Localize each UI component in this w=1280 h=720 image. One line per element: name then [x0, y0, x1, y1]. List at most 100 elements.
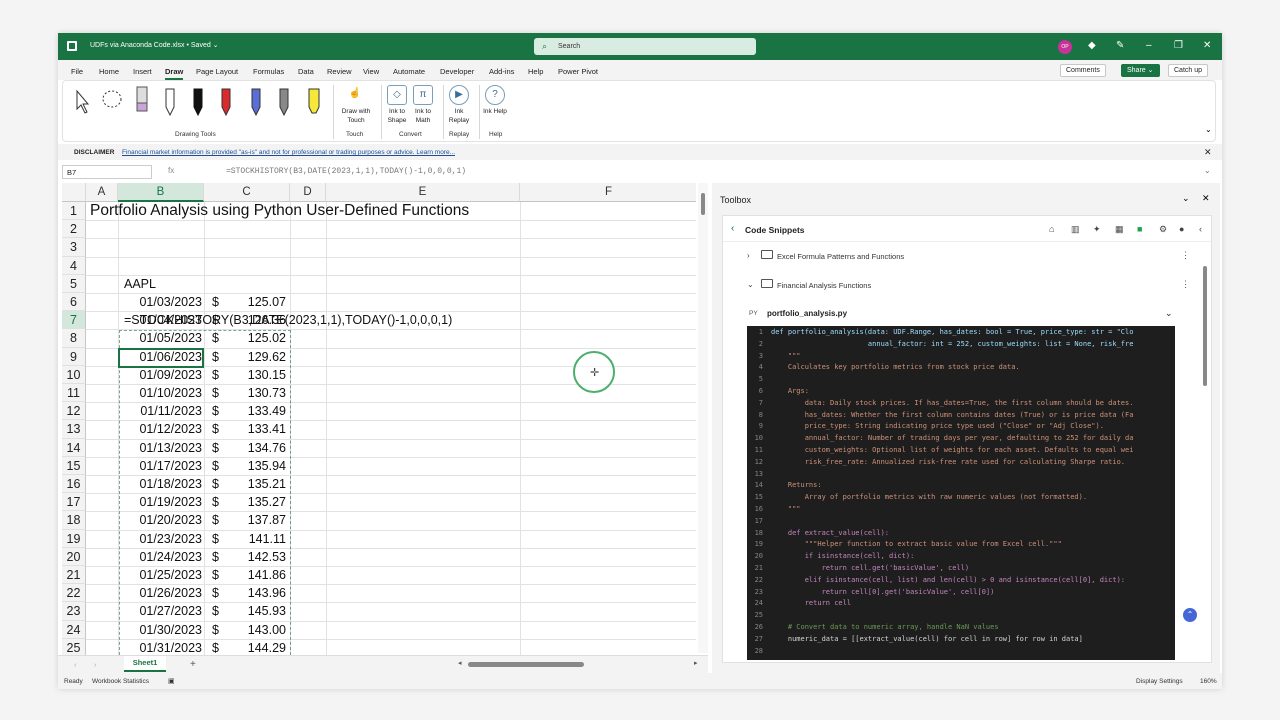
home-icon[interactable]: ⌂ — [1049, 224, 1054, 234]
name-box[interactable]: B7 — [62, 165, 152, 179]
price-cell[interactable]: 126.36 — [214, 311, 286, 329]
chevron-down-icon[interactable]: ⌄ — [1165, 308, 1173, 319]
search-box[interactable]: ⌕ Search — [534, 38, 756, 55]
anaconda-icon[interactable]: ■ — [1137, 224, 1142, 234]
minimize-icon[interactable]: – — [1146, 40, 1152, 51]
close-icon[interactable]: ✕ — [1203, 40, 1211, 51]
avatar[interactable]: OP — [1058, 40, 1072, 54]
row-header[interactable]: 9 — [62, 347, 86, 366]
vertical-scrollbar[interactable] — [698, 183, 708, 653]
row-header[interactable]: 2 — [62, 220, 86, 239]
ink-to-shape-icon[interactable]: ◇ — [387, 85, 407, 105]
collapse-icon[interactable]: ‹ — [1199, 224, 1202, 234]
fx-icon[interactable]: fx — [168, 166, 174, 175]
draw-with-touch-button[interactable]: Draw with Touch — [337, 107, 375, 125]
ink-to-math-icon[interactable]: π — [413, 85, 433, 105]
ink-help-icon[interactable]: ? — [485, 85, 505, 105]
menu-help[interactable]: Help — [528, 67, 543, 76]
row-header[interactable]: 20 — [62, 547, 86, 567]
row-header[interactable]: 25 — [62, 638, 86, 655]
formula-input[interactable]: =STOCKHISTORY(B3,DATE(2023,1,1),TODAY()-… — [226, 167, 1216, 179]
document-title[interactable]: UDFs via Anaconda Code.xlsx • Saved ⌄ — [90, 41, 219, 49]
menu-developer[interactable]: Developer — [440, 67, 474, 76]
user-icon[interactable]: ● — [1179, 224, 1184, 234]
scroll-right-icon[interactable]: ▸ — [694, 659, 698, 667]
accessibility-icon[interactable]: ▣ — [168, 677, 175, 685]
sheet-title-cell[interactable]: Portfolio Analysis using Python User-Def… — [90, 202, 469, 220]
menu-insert[interactable]: Insert — [133, 67, 152, 76]
next-sheet-icon[interactable]: › — [94, 660, 97, 669]
red-pen-icon[interactable] — [219, 85, 233, 117]
diamond-icon[interactable]: ◆ — [1088, 40, 1096, 51]
folder-row[interactable]: › Excel Formula Patterns and Functions ⋮ — [723, 244, 1211, 268]
menu-data[interactable]: Data — [298, 67, 314, 76]
menu-page-layout[interactable]: Page Layout — [196, 67, 238, 76]
scrollbar-thumb[interactable] — [468, 662, 584, 667]
row-header[interactable]: 13 — [62, 420, 86, 439]
menu-power-pivot[interactable]: Power Pivot — [558, 67, 598, 76]
lasso-select-icon[interactable] — [101, 85, 123, 117]
ink-replay-icon[interactable]: ▶ — [449, 85, 469, 105]
zoom-level[interactable]: 160% — [1200, 678, 1217, 685]
row-header[interactable]: 22 — [62, 584, 86, 603]
restore-icon[interactable]: ❐ — [1174, 40, 1183, 51]
row-header[interactable]: 12 — [62, 402, 86, 421]
row-header[interactable]: 16 — [62, 475, 86, 494]
pencil-icon[interactable] — [163, 85, 177, 117]
price-cell[interactable]: 125.07 — [214, 293, 286, 311]
column-header[interactable]: E — [326, 183, 520, 202]
horizontal-scrollbar[interactable] — [468, 662, 690, 667]
row-header[interactable]: 23 — [62, 602, 86, 621]
row-header[interactable]: 5 — [62, 274, 86, 294]
menu-draw[interactable]: Draw — [165, 67, 184, 80]
row-header[interactable]: 18 — [62, 511, 86, 530]
menu-add-ins[interactable]: Add-ins — [489, 67, 514, 76]
row-header[interactable]: 11 — [62, 384, 86, 403]
highlighter-icon[interactable] — [307, 85, 321, 117]
more-icon[interactable]: ⋮ — [1181, 279, 1190, 290]
chevron-right-icon[interactable]: › — [747, 251, 750, 260]
comments-button[interactable]: Comments — [1060, 64, 1106, 77]
column-header[interactable]: C — [204, 183, 290, 202]
scrollbar-thumb[interactable] — [1203, 266, 1207, 386]
row-header[interactable]: 1 — [62, 202, 86, 221]
ribbon-collapse-icon[interactable]: ⌄ — [1205, 125, 1212, 134]
row-header[interactable]: 24 — [62, 620, 86, 639]
row-header[interactable]: 14 — [62, 438, 86, 457]
prev-sheet-icon[interactable]: ‹ — [74, 660, 77, 669]
catch-up-button[interactable]: Catch up — [1168, 64, 1209, 77]
column-header[interactable]: D — [290, 183, 326, 202]
close-icon[interactable]: ✕ — [1204, 147, 1212, 158]
snippet-file-header[interactable]: PY portfolio_analysis.py ⌄ — [741, 304, 1179, 324]
row-header[interactable]: 21 — [62, 566, 86, 585]
display-settings[interactable]: Display Settings — [1136, 678, 1183, 685]
row-header[interactable]: 19 — [62, 529, 86, 548]
row-header[interactable]: 3 — [62, 238, 86, 257]
ink-help-button[interactable]: Ink Help — [483, 107, 507, 116]
workbook-statistics[interactable]: Workbook Statistics — [92, 678, 149, 685]
ink-to-shape-button[interactable]: Ink to Shape — [385, 107, 409, 125]
gray-pen-icon[interactable] — [277, 85, 291, 117]
menu-automate[interactable]: Automate — [393, 67, 425, 76]
menu-home[interactable]: Home — [99, 67, 119, 76]
row-header[interactable]: 8 — [62, 329, 86, 348]
gear-icon[interactable]: ⚙ — [1159, 224, 1167, 235]
add-sheet-icon[interactable]: + — [190, 659, 196, 670]
ink-to-math-button[interactable]: Ink to Math — [411, 107, 435, 125]
row-header[interactable]: 6 — [62, 293, 86, 312]
close-icon[interactable]: ✕ — [1202, 193, 1210, 204]
draw-with-touch-icon[interactable]: ☝ — [345, 85, 365, 105]
menu-view[interactable]: View — [363, 67, 379, 76]
sparkle-icon[interactable]: ✦ — [1093, 224, 1101, 235]
sheet-tab[interactable]: Sheet1 — [124, 656, 166, 672]
select-all-corner[interactable] — [62, 183, 86, 202]
spreadsheet-grid[interactable]: A B C D E F 1 2 3 4 5 6 7 8 9 10 11 12 13 14 15 16 17 18 1… — [62, 183, 696, 655]
disclaimer-link[interactable]: Financial market information is provided… — [122, 149, 455, 156]
scrollbar-thumb[interactable] — [701, 193, 705, 215]
row-header[interactable]: 15 — [62, 456, 86, 476]
scroll-top-button[interactable]: ⌃ — [1183, 608, 1197, 622]
row-header[interactable]: 7 — [62, 311, 86, 330]
code-editor[interactable]: 1 def portfolio_analysis(data: UDF.Range,… — [747, 326, 1175, 660]
eraser-icon[interactable] — [135, 85, 149, 117]
menu-file[interactable]: File — [71, 67, 83, 76]
